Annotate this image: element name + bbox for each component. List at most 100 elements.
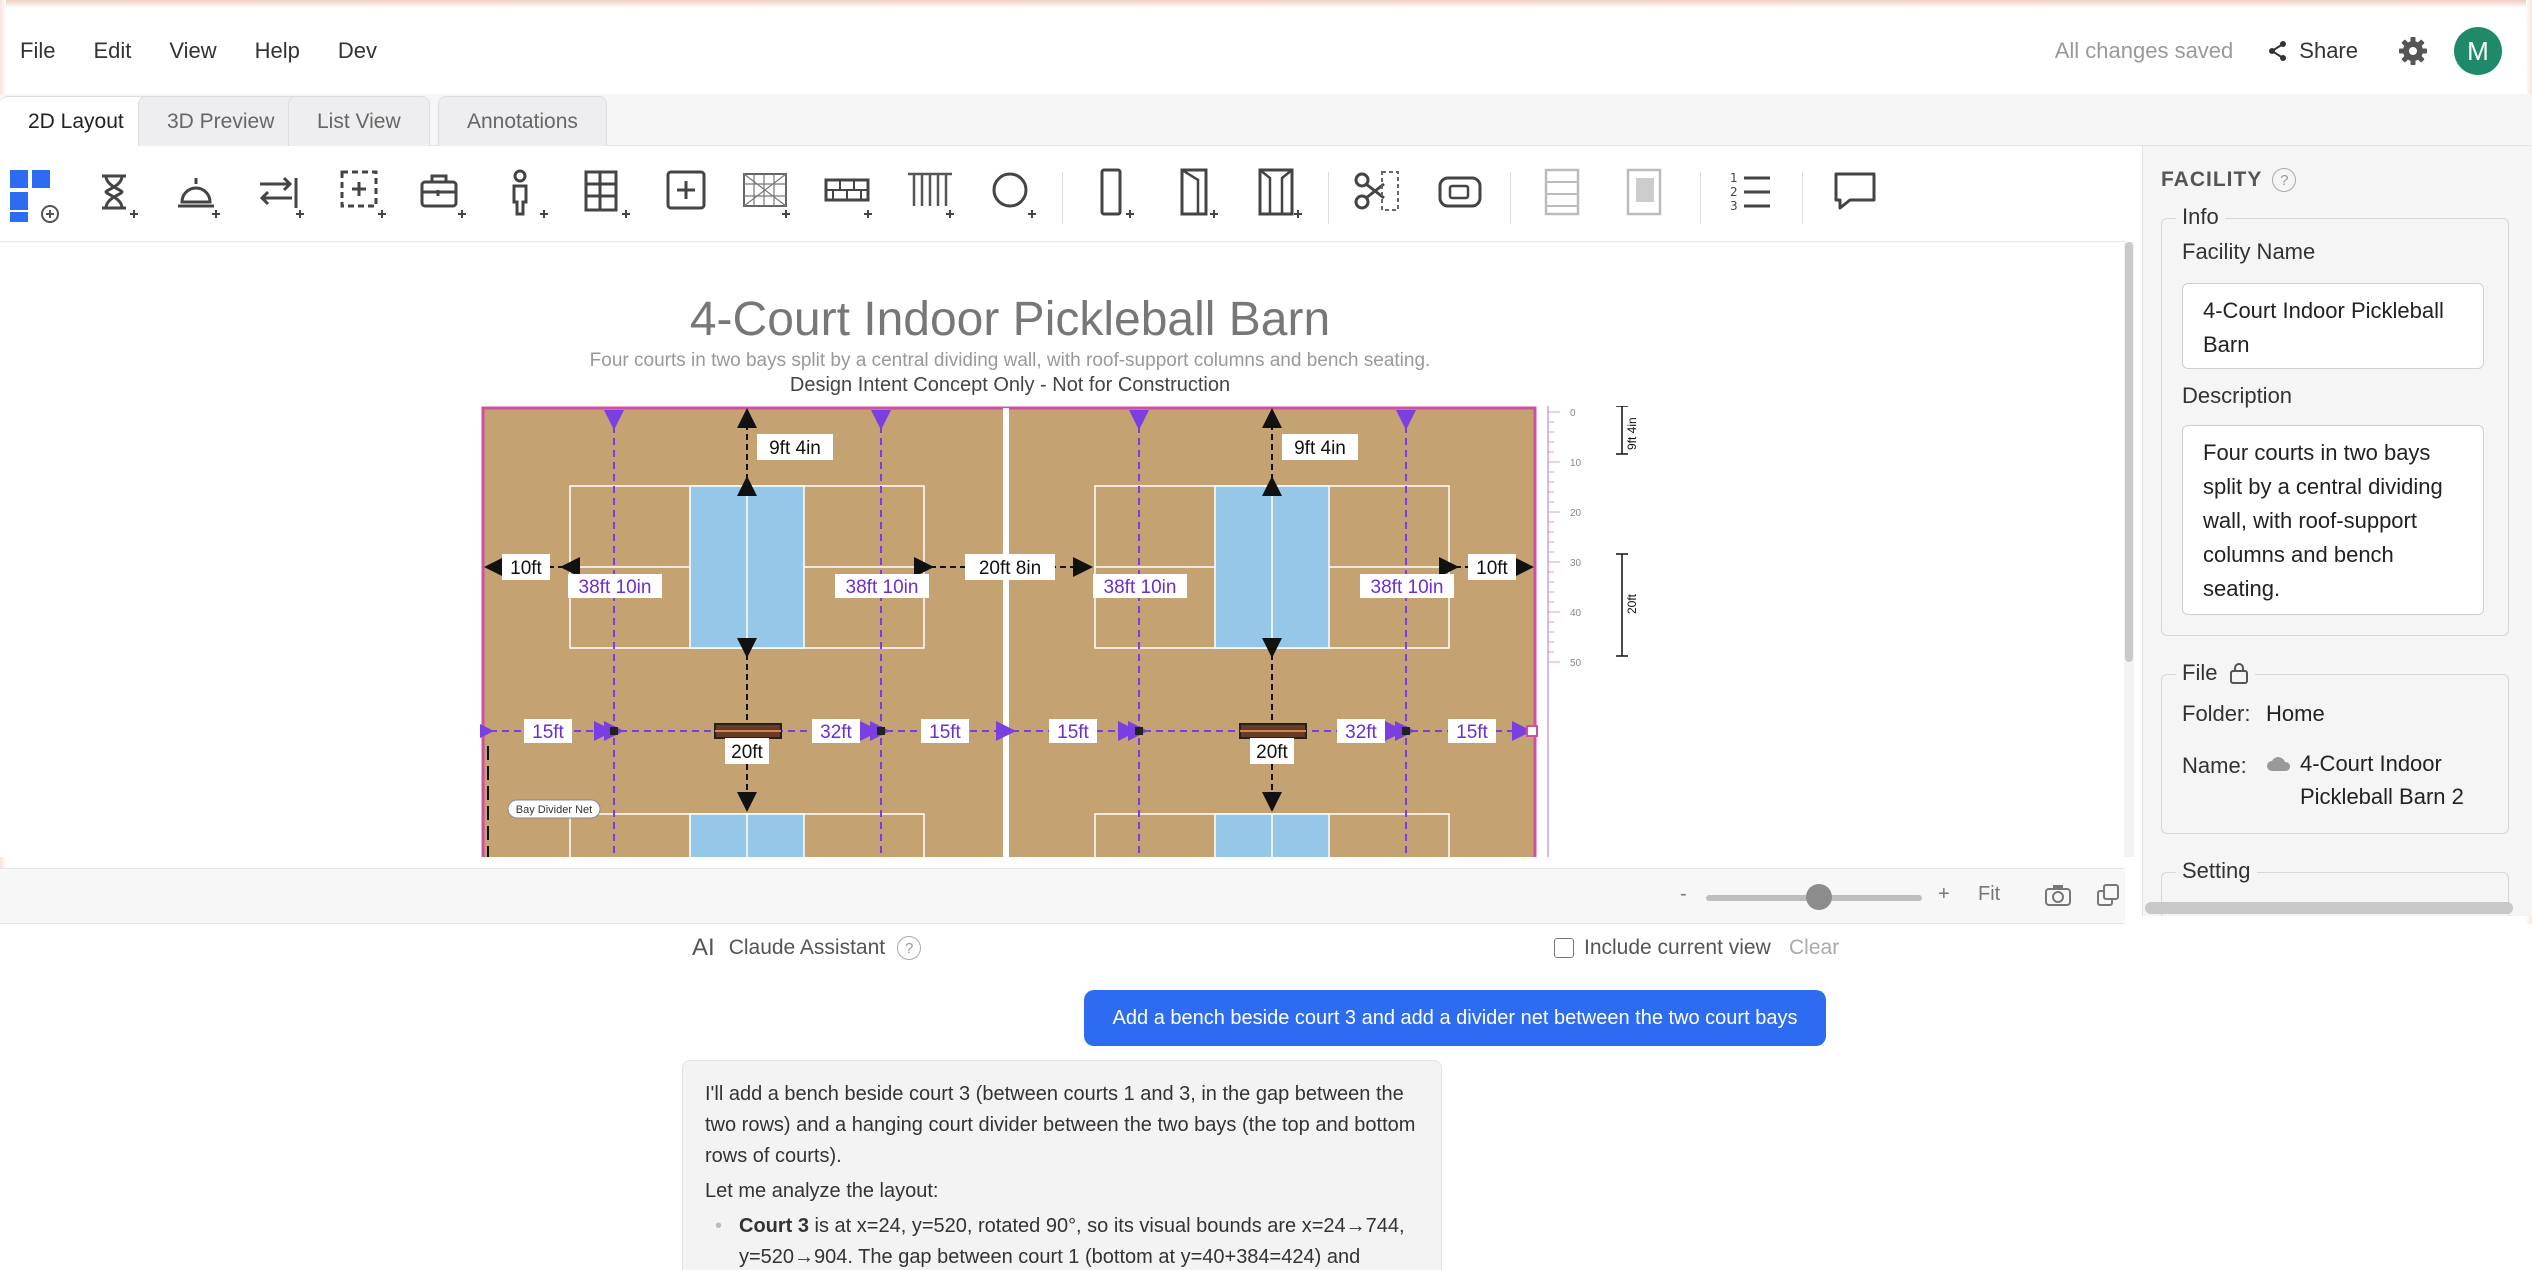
panel-horizontal-scrollbar[interactable] [2145, 902, 2513, 914]
panel-alt-icon[interactable] [1622, 168, 1678, 224]
tab-annotations[interactable]: Annotations [438, 96, 607, 146]
panel-heading: FACILITY ? [2161, 168, 2297, 192]
help-icon[interactable]: ? [2272, 168, 2297, 192]
menu-bar: File Edit View Help Dev All changes save… [0, 8, 2532, 94]
ruler-tick-label: 0 [1570, 408, 1576, 419]
svg-text:2: 2 [1730, 185, 1738, 199]
menu-view[interactable]: View [169, 38, 216, 64]
dim-row-a: 15ft [532, 722, 564, 743]
share-icon [2269, 41, 2287, 61]
add-box-icon[interactable] [664, 168, 720, 224]
info-section: Info Facility Name 4-Court Indoor Pickle… [2161, 204, 2509, 636]
share-label: Share [2299, 38, 2358, 63]
folder-value[interactable]: Home [2266, 701, 2325, 727]
bench[interactable] [1239, 723, 1307, 739]
zoom-slider-handle[interactable] [1806, 884, 1832, 910]
tab-3d-preview[interactable]: 3D Preview [138, 96, 304, 146]
dim-top-right: 9ft 4in [1294, 438, 1346, 459]
dim-court-len-2: 38ft 10in [846, 577, 919, 598]
description-input[interactable]: Four courts in two bays split by a centr… [2182, 425, 2484, 615]
gear-icon[interactable] [2398, 36, 2428, 66]
setting-legend[interactable]: Setting [2176, 858, 2257, 884]
tab-bar: 2D Layout 3D Preview List View Annotatio… [0, 94, 2532, 146]
add-timer-icon[interactable] [92, 168, 148, 224]
add-bell-icon[interactable] [174, 168, 230, 224]
svg-text:3: 3 [1730, 199, 1738, 213]
add-region-icon[interactable] [338, 168, 394, 224]
ruler-tick-label: 10 [1570, 458, 1582, 469]
add-shelf-icon[interactable] [582, 168, 638, 224]
dim-court-len-1: 38ft 10in [579, 577, 652, 598]
menu-file[interactable]: File [20, 38, 55, 64]
panel-icon[interactable] [1540, 168, 1596, 224]
file-legend: File [2176, 660, 2256, 686]
plan-note: Design Intent Concept Only - Not for Con… [789, 374, 1231, 396]
tab-list-view[interactable]: List View [288, 96, 430, 146]
file-section: File Folder: Home Name: 4-Court Indoor P… [2161, 660, 2509, 834]
canvas-vertical-scrollbar[interactable] [2124, 242, 2134, 857]
ruler-dim-top: 9ft 4in [1625, 417, 1639, 450]
add-court-icon[interactable] [8, 168, 64, 224]
avatar[interactable]: M [2454, 27, 2502, 75]
floor-plan[interactable]: Bay Divider Net 9ft 4in 9ft 4in 10ft 10f… [480, 406, 1540, 857]
dim-court-len-4: 38ft 10in [1371, 577, 1444, 598]
user-message: Add a bench beside court 3 and add a div… [1084, 990, 1826, 1046]
ai-icon: AI [692, 934, 715, 961]
dim-gap-right: 20ft [1256, 742, 1288, 763]
add-person-icon[interactable] [500, 168, 556, 224]
ruler-dim-mid: 20ft [1625, 593, 1639, 614]
add-door-icon[interactable] [1092, 168, 1148, 224]
add-net-icon[interactable] [742, 168, 798, 224]
reply-list-item: Court 3 is at x=24, y=520, rotated 90°, … [705, 1211, 1419, 1270]
add-wall-icon[interactable] [824, 168, 880, 224]
toolbar-separator [1802, 172, 1803, 224]
share-button[interactable]: Share [2267, 38, 2358, 64]
reply-bold: Court 3 [739, 1215, 809, 1237]
layout-canvas[interactable]: 4-Court Indoor Pickleball Barn Four cour… [0, 242, 2125, 857]
menu-edit[interactable]: Edit [93, 38, 131, 64]
add-divider-icon[interactable] [256, 168, 312, 224]
assistant-message: I'll add a bench beside court 3 (between… [682, 1060, 1442, 1270]
facility-name-input[interactable]: 4-Court Indoor Pickleball Barn [2182, 283, 2484, 369]
bench[interactable] [714, 723, 782, 739]
add-equipment-icon[interactable] [418, 168, 474, 224]
toolbar-separator [1328, 172, 1329, 224]
checkbox-box[interactable] [1554, 938, 1574, 958]
add-curtain-icon[interactable] [906, 168, 962, 224]
dim-row-e: 32ft [1345, 722, 1377, 743]
dim-row-b: 32ft [820, 722, 852, 743]
reply-li-text: is at x=24, y=520, rotated 90°, so its v… [739, 1215, 1405, 1268]
include-view-label: Include current view [1584, 936, 1771, 959]
dim-top-left: 9ft 4in [769, 438, 821, 459]
ruler-tick-label: 40 [1570, 608, 1582, 619]
clear-button[interactable]: Clear [1789, 936, 1839, 960]
include-view-checkbox[interactable]: Include current view [1554, 936, 1771, 960]
facility-name-label: Facility Name [2182, 239, 2316, 264]
camera-icon[interactable] [2044, 883, 2072, 909]
numbered-list-icon[interactable]: 123 [1726, 168, 1782, 224]
dim-row-f: 15ft [1456, 722, 1488, 743]
add-column-icon[interactable] [988, 168, 1044, 224]
capture-icon[interactable] [1436, 168, 1492, 224]
scrollbar-thumb[interactable] [2125, 242, 2133, 662]
add-swing-door-icon[interactable] [1174, 168, 1230, 224]
description-label: Description [2182, 383, 2293, 408]
zoom-fit-button[interactable]: Fit [1978, 883, 2000, 906]
dim-row-c: 15ft [929, 722, 961, 743]
tab-2d-layout[interactable]: 2D Layout [0, 96, 153, 146]
add-double-door-icon[interactable] [1254, 168, 1310, 224]
header-actions: All changes saved Share M [2055, 8, 2502, 94]
lock-icon[interactable] [2229, 662, 2249, 684]
menu-dev[interactable]: Dev [338, 38, 377, 64]
zoom-in-button[interactable]: + [1938, 883, 1950, 906]
menu-help[interactable]: Help [255, 38, 300, 64]
central-dividing-wall[interactable] [1003, 408, 1009, 857]
file-name-value[interactable]: 4-Court Indoor Pickleball Barn 2 [2300, 747, 2500, 813]
cut-icon[interactable] [1352, 168, 1408, 224]
info-legend: Info [2176, 204, 2225, 230]
ruler-tick-label: 20 [1570, 508, 1582, 519]
help-icon[interactable]: ? [897, 936, 922, 960]
zoom-out-button[interactable]: - [1680, 883, 1687, 906]
copy-icon[interactable] [2096, 883, 2122, 909]
comment-icon[interactable] [1832, 168, 1888, 224]
